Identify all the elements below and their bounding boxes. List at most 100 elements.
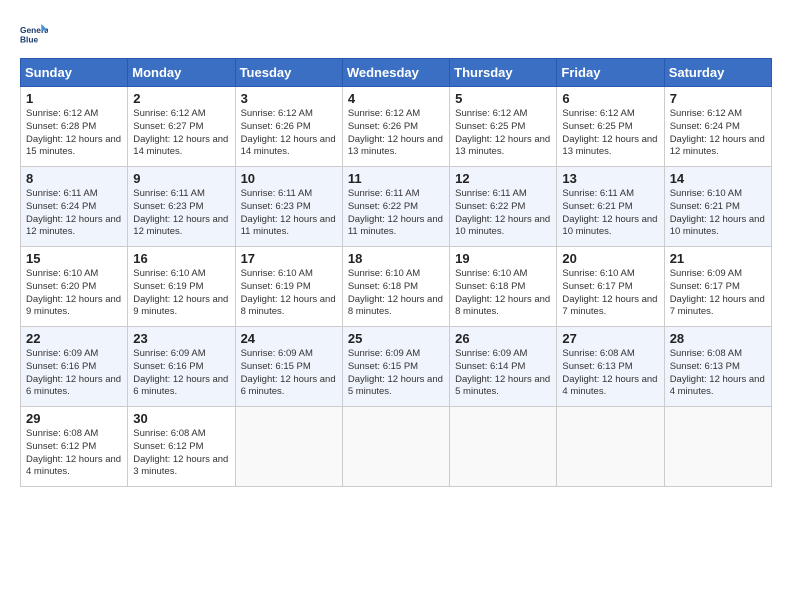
calendar-cell [342,407,449,487]
calendar-week-row: 8 Sunrise: 6:11 AM Sunset: 6:24 PM Daylig… [21,167,772,247]
day-number: 17 [241,251,337,266]
calendar-cell: 23 Sunrise: 6:09 AM Sunset: 6:16 PM Dayli… [128,327,235,407]
calendar-cell: 21 Sunrise: 6:09 AM Sunset: 6:17 PM Dayli… [664,247,771,327]
cell-info: Sunrise: 6:12 AM Sunset: 6:25 PM Dayligh… [562,108,658,159]
calendar-cell [450,407,557,487]
calendar-cell: 1Sunrise: 6:12 AM Sunset: 6:28 PM Daylig… [21,87,128,167]
cell-info: Sunrise: 6:10 AM Sunset: 6:17 PM Dayligh… [562,268,658,319]
svg-text:Blue: Blue [20,34,38,44]
day-number: 4 [348,91,444,106]
cell-info: Sunrise: 6:12 AM Sunset: 6:24 PM Dayligh… [670,108,766,159]
day-number: 13 [562,171,658,186]
calendar-cell: 14 Sunrise: 6:10 AM Sunset: 6:21 PM Dayli… [664,167,771,247]
day-number: 12 [455,171,551,186]
calendar-cell: 13 Sunrise: 6:11 AM Sunset: 6:21 PM Dayli… [557,167,664,247]
day-number: 26 [455,331,551,346]
day-number: 3 [241,91,337,106]
header: GeneralBlue [20,20,772,48]
day-number: 8 [26,171,122,186]
day-header-monday: Monday [128,59,235,87]
calendar-table: SundayMondayTuesdayWednesdayThursdayFrid… [20,58,772,487]
day-number: 6 [562,91,658,106]
calendar-cell: 26 Sunrise: 6:09 AM Sunset: 6:14 PM Dayli… [450,327,557,407]
day-header-tuesday: Tuesday [235,59,342,87]
cell-info: Sunrise: 6:12 AM Sunset: 6:26 PM Dayligh… [241,108,337,159]
day-number: 30 [133,411,229,426]
cell-info: Sunrise: 6:09 AM Sunset: 6:15 PM Dayligh… [241,348,337,399]
day-number: 23 [133,331,229,346]
day-number: 15 [26,251,122,266]
calendar-cell: 9 Sunrise: 6:11 AM Sunset: 6:23 PM Daylig… [128,167,235,247]
calendar-cell: 2 Sunrise: 6:12 AM Sunset: 6:27 PM Daylig… [128,87,235,167]
cell-info: Sunrise: 6:10 AM Sunset: 6:18 PM Dayligh… [348,268,444,319]
day-header-friday: Friday [557,59,664,87]
calendar-cell: 22 Sunrise: 6:09 AM Sunset: 6:16 PM Dayli… [21,327,128,407]
day-number: 5 [455,91,551,106]
calendar-week-row: 15 Sunrise: 6:10 AM Sunset: 6:20 PM Dayli… [21,247,772,327]
calendar-cell: 16 Sunrise: 6:10 AM Sunset: 6:19 PM Dayli… [128,247,235,327]
cell-info: Sunrise: 6:10 AM Sunset: 6:19 PM Dayligh… [133,268,229,319]
calendar-cell: 4 Sunrise: 6:12 AM Sunset: 6:26 PM Daylig… [342,87,449,167]
day-header-wednesday: Wednesday [342,59,449,87]
calendar-cell: 24Sunrise: 6:09 AM Sunset: 6:15 PM Dayli… [235,327,342,407]
cell-info: Sunrise: 6:12 AM Sunset: 6:27 PM Dayligh… [133,108,229,159]
calendar-cell: 17Sunrise: 6:10 AM Sunset: 6:19 PM Dayli… [235,247,342,327]
day-number: 14 [670,171,766,186]
cell-info: Sunrise: 6:11 AM Sunset: 6:23 PM Dayligh… [241,188,337,239]
day-header-thursday: Thursday [450,59,557,87]
day-number: 19 [455,251,551,266]
cell-info: Sunrise: 6:11 AM Sunset: 6:21 PM Dayligh… [562,188,658,239]
day-header-sunday: Sunday [21,59,128,87]
calendar-cell: 6 Sunrise: 6:12 AM Sunset: 6:25 PM Daylig… [557,87,664,167]
calendar-cell: 15 Sunrise: 6:10 AM Sunset: 6:20 PM Dayli… [21,247,128,327]
calendar-week-row: 22 Sunrise: 6:09 AM Sunset: 6:16 PM Dayli… [21,327,772,407]
cell-info: Sunrise: 6:10 AM Sunset: 6:20 PM Dayligh… [26,268,122,319]
cell-info: Sunrise: 6:09 AM Sunset: 6:16 PM Dayligh… [133,348,229,399]
day-number: 2 [133,91,229,106]
calendar-cell [664,407,771,487]
cell-info: Sunrise: 6:10 AM Sunset: 6:21 PM Dayligh… [670,188,766,239]
cell-info: Sunrise: 6:09 AM Sunset: 6:17 PM Dayligh… [670,268,766,319]
day-number: 25 [348,331,444,346]
calendar-cell: 27Sunrise: 6:08 AM Sunset: 6:13 PM Dayli… [557,327,664,407]
calendar-cell: 19Sunrise: 6:10 AM Sunset: 6:18 PM Dayli… [450,247,557,327]
day-number: 28 [670,331,766,346]
cell-info: Sunrise: 6:12 AM Sunset: 6:26 PM Dayligh… [348,108,444,159]
day-number: 10 [241,171,337,186]
calendar-cell: 29Sunrise: 6:08 AM Sunset: 6:12 PM Dayli… [21,407,128,487]
day-number: 21 [670,251,766,266]
day-number: 20 [562,251,658,266]
calendar-cell: 28 Sunrise: 6:08 AM Sunset: 6:13 PM Dayli… [664,327,771,407]
calendar-week-row: 29 Sunrise: 6:08 AM Sunset: 6:12 PM Dayli… [21,407,772,487]
day-number: 29 [26,411,122,426]
day-number: 22 [26,331,122,346]
day-number: 11 [348,171,444,186]
calendar-cell: 18 Sunrise: 6:10 AM Sunset: 6:18 PM Dayli… [342,247,449,327]
cell-info: Sunrise: 6:11 AM Sunset: 6:23 PM Dayligh… [133,188,229,239]
calendar-cell: 30 Sunrise: 6:08 AM Sunset: 6:12 PM Dayli… [128,407,235,487]
calendar-cell: 8 Sunrise: 6:11 AM Sunset: 6:24 PM Daylig… [21,167,128,247]
day-number: 9 [133,171,229,186]
day-number: 16 [133,251,229,266]
cell-info: Sunrise: 6:09 AM Sunset: 6:14 PM Dayligh… [455,348,551,399]
day-number: 27 [562,331,658,346]
calendar-cell: 25 Sunrise: 6:09 AM Sunset: 6:15 PM Dayli… [342,327,449,407]
day-header-saturday: Saturday [664,59,771,87]
calendar-header-row: SundayMondayTuesdayWednesdayThursdayFrid… [21,59,772,87]
calendar-cell: 7 Sunrise: 6:12 AM Sunset: 6:24 PM Daylig… [664,87,771,167]
day-number: 18 [348,251,444,266]
cell-info: Sunrise: 6:09 AM Sunset: 6:16 PM Dayligh… [26,348,122,399]
cell-info: Sunrise: 6:08 AM Sunset: 6:13 PM Dayligh… [670,348,766,399]
cell-info: Sunrise: 6:11 AM Sunset: 6:22 PM Dayligh… [348,188,444,239]
cell-info: Sunrise: 6:11 AM Sunset: 6:24 PM Dayligh… [26,188,122,239]
day-number: 7 [670,91,766,106]
cell-info: Sunrise: 6:11 AM Sunset: 6:22 PM Dayligh… [455,188,551,239]
calendar-cell [557,407,664,487]
logo-icon: GeneralBlue [20,20,48,48]
cell-info: Sunrise: 6:09 AM Sunset: 6:15 PM Dayligh… [348,348,444,399]
calendar-cell: 12 Sunrise: 6:11 AM Sunset: 6:22 PM Dayli… [450,167,557,247]
cell-info: Sunrise: 6:08 AM Sunset: 6:12 PM Dayligh… [133,428,229,479]
cell-info: Sunrise: 6:12 AM Sunset: 6:25 PM Dayligh… [455,108,551,159]
calendar-cell: 11 Sunrise: 6:11 AM Sunset: 6:22 PM Dayli… [342,167,449,247]
cell-info: Sunrise: 6:12 AM Sunset: 6:28 PM Dayligh… [26,108,122,159]
